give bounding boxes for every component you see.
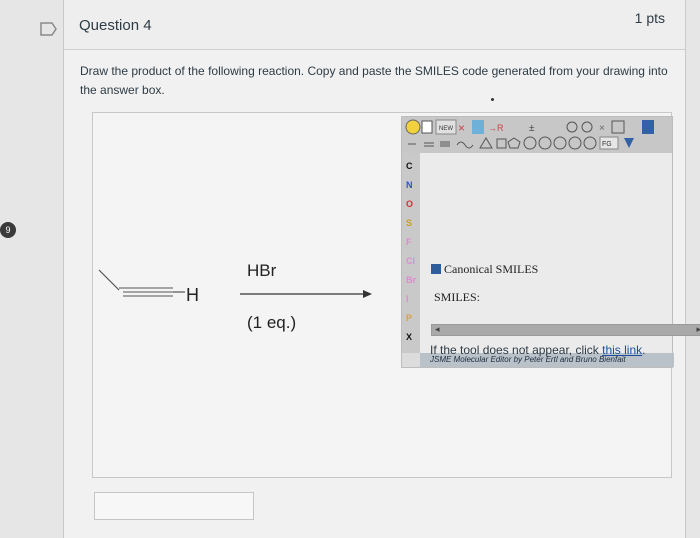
color-icon: [472, 120, 484, 134]
canonical-label: Canonical SMILES: [444, 262, 539, 276]
reaction-drawing: [98, 269, 372, 298]
tool-message-prefix: If the tool does not appear, click: [430, 343, 603, 357]
fg-button-label: FG: [602, 141, 612, 148]
dropdown-icon: [624, 138, 634, 148]
decorative-dot: [491, 98, 494, 101]
reaction-arrow-head: [363, 290, 372, 298]
question-card: Question 4 1 pts Draw the product of the…: [63, 0, 700, 538]
atom-p[interactable]: P: [406, 313, 412, 323]
atom-s[interactable]: S: [406, 218, 412, 228]
ring9-tool: [583, 136, 597, 150]
atom-n[interactable]: N: [406, 180, 413, 190]
answer-input[interactable]: [94, 492, 254, 520]
zoom-icon: [611, 120, 625, 134]
atom-f[interactable]: F: [406, 237, 412, 247]
benzene-tool: [538, 136, 552, 150]
charge-icon: ±: [529, 123, 535, 134]
delete-icon: ×: [458, 121, 465, 135]
jsme-atom-palette: C N O S F Cl Br I P X: [402, 153, 420, 353]
ring5-tool: [507, 137, 521, 149]
smiles-label: SMILES:: [434, 290, 481, 304]
atom-x[interactable]: X: [406, 332, 412, 342]
jsme-drawing-canvas[interactable]: [420, 153, 672, 353]
reaction-icon: →R: [488, 123, 504, 133]
page-icon: [421, 120, 433, 134]
question-points: 1 pts: [634, 10, 665, 26]
atom-c[interactable]: C: [406, 161, 413, 171]
side-badge: 9: [0, 222, 16, 238]
smiley-icon: [405, 119, 421, 135]
reagent-label: HBr: [247, 261, 277, 280]
atom-i[interactable]: I: [406, 294, 409, 304]
ring8-tool: [568, 136, 582, 150]
tool-fallback-link[interactable]: this link: [602, 343, 642, 357]
ring7-tool: [553, 136, 567, 150]
ring6-tool: [523, 136, 537, 150]
undo-icon: [566, 121, 578, 133]
single-bond: [98, 269, 120, 291]
scroll-left-icon[interactable]: ◂: [435, 324, 440, 335]
tool-fallback-message: If the tool does not appear, click this …: [430, 343, 645, 357]
atom-o[interactable]: O: [406, 199, 413, 209]
canonical-smiles-option[interactable]: Canonical SMILES: [431, 262, 538, 277]
info-icon: [642, 120, 654, 134]
jsme-toolbar: NEW × →R ± × FG: [402, 117, 672, 153]
reaction-scheme: H HBr (1 eq.): [93, 113, 383, 479]
canonical-checkbox[interactable]: [431, 264, 441, 274]
redo-icon: [581, 121, 593, 133]
tool-message-suffix: .: [642, 343, 646, 357]
smiles-scrollbar[interactable]: ◂ ▸: [431, 324, 700, 336]
atom-cl[interactable]: Cl: [406, 256, 415, 266]
hydrogen-label: H: [186, 285, 199, 305]
equivalents-label: (1 eq.): [247, 313, 297, 332]
page: 9 Question 4 1 pts Draw the product of t…: [0, 0, 700, 538]
reaction-panel: H HBr (1 eq.) NEW × →R ± × FG C N O S F …: [92, 112, 674, 479]
chain-tool: [456, 141, 474, 149]
ring3-tool: [479, 137, 493, 149]
scroll-right-icon[interactable]: ▸: [696, 324, 700, 335]
question-prompt: Draw the product of the following reacti…: [80, 64, 668, 97]
atom-br[interactable]: Br: [406, 275, 416, 285]
new-button-label: NEW: [439, 126, 453, 132]
question-title: Question 4: [79, 17, 152, 34]
jsme-toolbar-icons: NEW × →R ± × FG: [405, 119, 654, 150]
ring4-tool: [496, 138, 507, 149]
question-header: Question 4 1 pts: [64, 0, 685, 50]
flag-icon[interactable]: [40, 22, 58, 36]
clear-icon: ×: [599, 123, 605, 134]
